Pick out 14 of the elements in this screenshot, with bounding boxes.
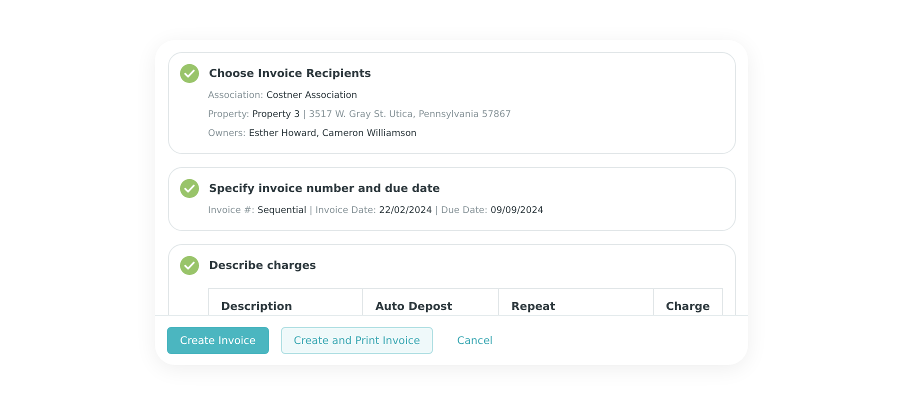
create-print-button[interactable]: Create and Print Invoice (280, 327, 434, 354)
column-header: Charge (653, 288, 722, 315)
step-title: Specify invoice number and due date (209, 182, 440, 195)
column-header: Repeat (498, 288, 654, 315)
detail-line: Owners: Esther Howard, Cameron Williamson (208, 127, 418, 141)
column-header: Auto Depost (362, 288, 499, 315)
cancel-link[interactable]: Cancel (445, 327, 505, 354)
detail-line: Association: Costner Association (208, 89, 358, 103)
step-title: Describe charges (209, 259, 316, 272)
column-header: Description (208, 288, 363, 315)
detail-line: Invoice #: Sequential | Invoice Date: 22/02/2024 | Due Date: 09/09/2024 (208, 204, 544, 218)
step-title: Choose Invoice Recipients (209, 67, 372, 80)
create-button[interactable]: Create Invoice (167, 327, 269, 354)
detail-line: Property: Property 3 | 3517 W. Gray St. Utica, Pennsylvania 57867 (208, 108, 512, 122)
